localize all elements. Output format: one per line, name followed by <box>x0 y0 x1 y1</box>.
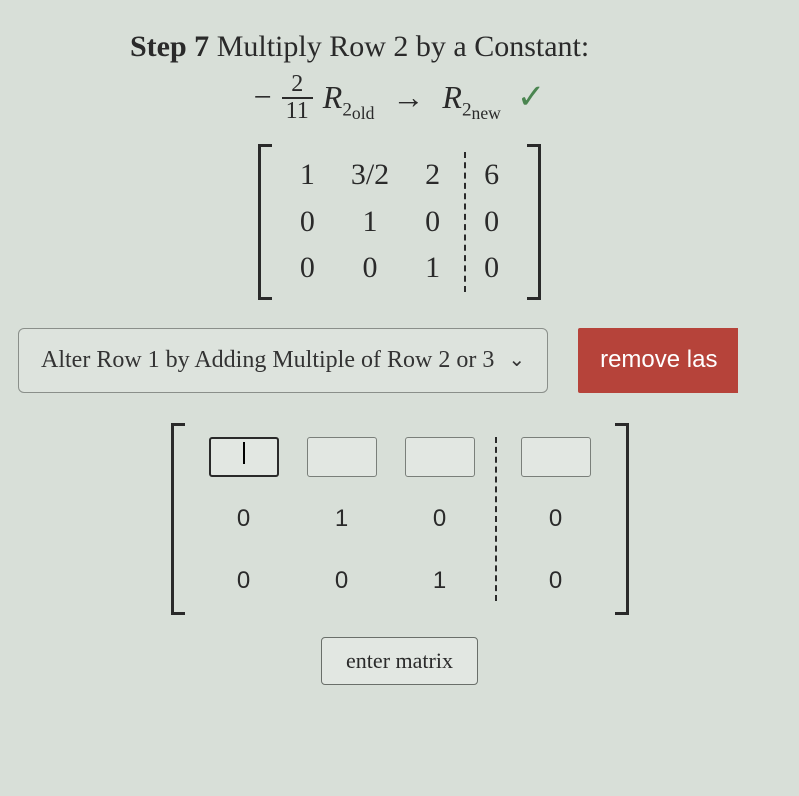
remove-button-label: remove las <box>600 346 717 374</box>
matrix-input-r1c4[interactable] <box>521 437 591 477</box>
matrix-col-2: 3/2 1 0 <box>333 152 407 292</box>
matrix-cell-r2c4: 0 <box>521 499 591 539</box>
right-bracket <box>615 423 629 615</box>
input-matrix: 0 0 1 0 0 1 0 0 <box>0 423 799 615</box>
input-col-1: 0 0 <box>195 437 293 601</box>
step-title: Multiply Row 2 by a Constant: <box>209 30 589 63</box>
enter-matrix-button[interactable]: enter matrix <box>321 637 478 685</box>
checkmark-icon: ✓ <box>517 79 546 116</box>
minus-sign: − <box>254 79 272 115</box>
left-bracket <box>258 144 272 300</box>
chevron-down-icon: ⌄ <box>508 350 525 370</box>
step-label: Step 7 <box>130 30 209 63</box>
matrix-cell-r2c3: 0 <box>405 499 475 539</box>
dropdown-label: Alter Row 1 by Adding Multiple of Row 2 … <box>41 347 494 374</box>
right-bracket <box>527 144 541 300</box>
matrix-col-1: 1 0 0 <box>282 152 333 292</box>
remove-last-button[interactable]: remove las <box>578 328 738 393</box>
arrow-icon: → <box>392 79 424 115</box>
r-old: R2old <box>323 79 375 115</box>
matrix-input-r1c2[interactable] <box>307 437 377 477</box>
input-col-2: 1 0 <box>293 437 391 601</box>
step-header: Step 7 Multiply Row 2 by a Constant: <box>0 30 799 64</box>
row-operation-equation: − 2 11 R2old → R2new ✓ <box>0 74 799 126</box>
fraction-denominator: 11 <box>282 99 313 124</box>
matrix-cell-r2c1: 0 <box>209 499 279 539</box>
matrix-cell-r3c2: 0 <box>307 561 377 601</box>
r-new: R2new <box>442 79 500 115</box>
result-matrix: 1 0 0 3/2 1 0 2 0 1 6 <box>0 144 799 300</box>
left-bracket <box>171 423 185 615</box>
matrix-cell-r3c4: 0 <box>521 561 591 601</box>
input-col-3: 0 1 <box>391 437 489 601</box>
matrix-col-3: 2 0 1 <box>407 152 458 292</box>
matrix-cell-r3c1: 0 <box>209 561 279 601</box>
matrix-input-r1c3[interactable] <box>405 437 475 477</box>
enter-button-label: enter matrix <box>346 648 453 673</box>
matrix-cell-r2c2: 1 <box>307 499 377 539</box>
matrix-col-aug: 6 0 0 <box>464 152 517 292</box>
input-col-aug: 0 0 <box>495 437 605 601</box>
matrix-input-r1c1[interactable] <box>209 437 279 477</box>
row-operation-dropdown[interactable]: Alter Row 1 by Adding Multiple of Row 2 … <box>18 328 548 393</box>
matrix-cell-r3c3: 1 <box>405 561 475 601</box>
fraction-numerator: 2 <box>282 72 313 99</box>
fraction: 2 11 <box>282 72 313 124</box>
